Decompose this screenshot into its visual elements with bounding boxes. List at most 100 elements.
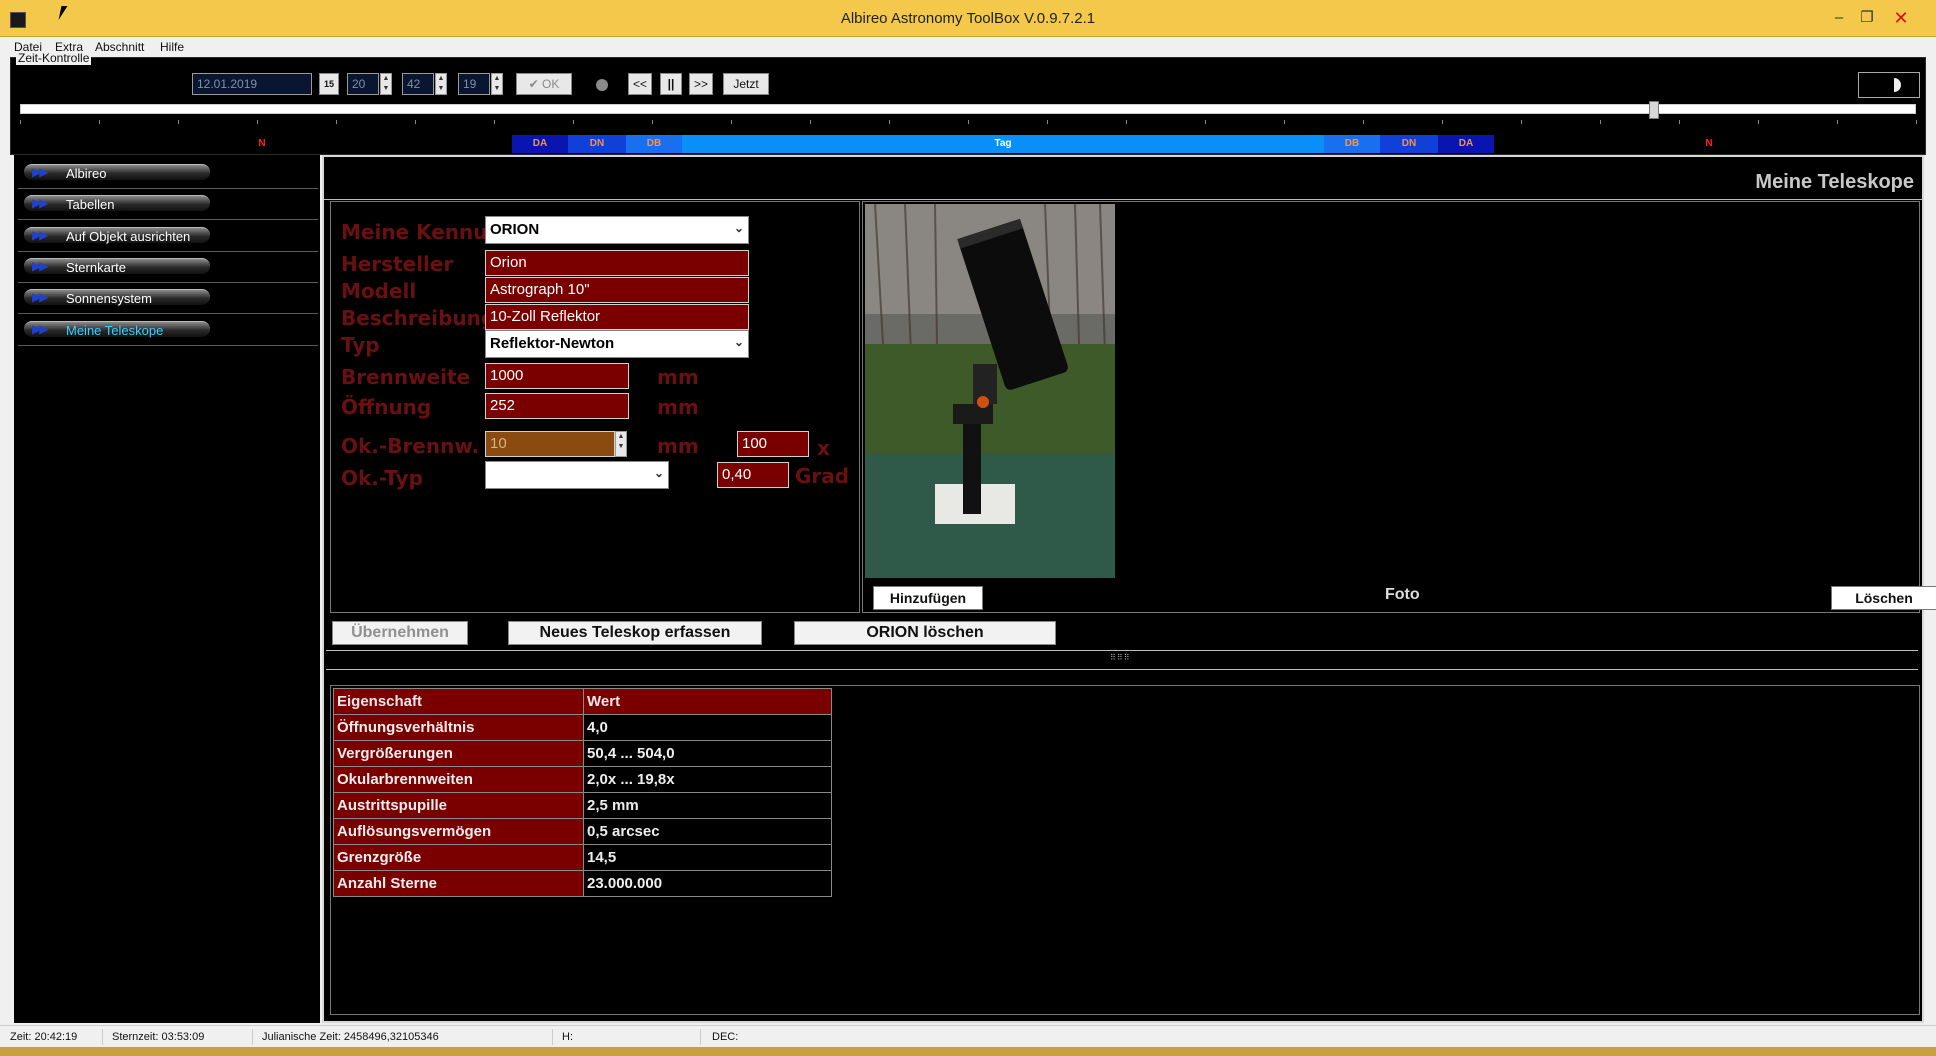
twilight-timeline: N DA DN DB Tag DB DN DA N [12, 135, 1924, 153]
nav-arrow-icon: ▶▶ [32, 322, 49, 336]
okbrennw-unit: mm [657, 434, 699, 458]
hour-spinner[interactable]: ▲ ▼ [380, 73, 392, 95]
status-separator [552, 1029, 553, 1045]
column-header-eigenschaft[interactable]: Eigenschaft [333, 688, 584, 715]
slider-tick [573, 120, 574, 124]
vergroesserung-field[interactable]: 100 [737, 431, 809, 457]
slider-tick [1521, 120, 1522, 124]
table-row: Öffnungsverhältnis 4,0 [333, 714, 832, 741]
sidebar-item-sonnensystem[interactable]: ▶▶ Sonnensystem [18, 284, 318, 314]
slider-tick [810, 120, 811, 124]
kennung-value: ORION [490, 221, 540, 238]
menu-abschnitt[interactable]: Abschnitt [95, 40, 144, 54]
status-dec: DEC: [712, 1031, 739, 1043]
time-slider-ticks [20, 120, 1917, 126]
slider-tick [178, 120, 179, 124]
table-row: Anzahl Sterne 23.000.000 [333, 870, 832, 897]
slider-tick [1126, 120, 1127, 124]
sidebar-item-label: Auf Objekt ausrichten [66, 229, 191, 244]
time-control-legend: Zeit-Kontrolle [16, 51, 92, 65]
property-value: 50,4 ... 504,0 [583, 740, 832, 767]
table-row: Austrittspupille 2,5 mm [333, 792, 832, 819]
forward-button[interactable]: >> [689, 73, 713, 95]
oktyp-select[interactable]: ⌄ [485, 461, 669, 489]
oeffnung-field[interactable]: 252 [485, 393, 629, 419]
photo-add-button[interactable]: Hinzufügen [873, 586, 983, 610]
sidebar-item-label: Meine Teleskope [66, 323, 164, 338]
property-value: 4,0 [583, 714, 832, 741]
slider-tick [494, 120, 495, 124]
property-value: 23.000.000 [583, 870, 832, 897]
rewind-button[interactable]: << [628, 73, 652, 95]
feld-unit: Grad [795, 464, 850, 488]
sidebar-item-tabellen[interactable]: ▶▶ Tabellen [18, 190, 318, 220]
calendar-icon[interactable]: 15 [319, 73, 339, 95]
modell-field[interactable]: Astrograph 10" [485, 277, 749, 303]
okbrennw-spinner[interactable]: ▲ ▼ [615, 431, 627, 457]
window-edge-right [1926, 57, 1936, 1025]
table-row: Okularbrennweiten 2,0x ... 19,8x [333, 766, 832, 793]
time-slider-thumb[interactable] [1649, 101, 1660, 119]
sidebar-item-albireo[interactable]: ▶▶ Albireo [18, 159, 318, 189]
column-header-wert[interactable]: Wert [583, 688, 832, 715]
new-telescope-button[interactable]: Neues Teleskop erfassen [508, 621, 762, 645]
sidebar-item-meine-teleskope[interactable]: ▶▶ Meine Teleskope [18, 316, 318, 346]
kennung-select[interactable]: ORION ⌄ [485, 216, 749, 244]
status-bar: Zeit: 20:42:19 Sternzeit: 03:53:09 Julia… [0, 1025, 1936, 1047]
close-button[interactable]: ✕ [1884, 6, 1918, 30]
sidebar-item-auf-objekt-ausrichten[interactable]: ▶▶ Auf Objekt ausrichten [18, 222, 318, 252]
beschreibung-field[interactable]: 10-Zoll Reflektor [485, 304, 749, 330]
okbrennw-field[interactable]: 10 [485, 431, 615, 457]
delete-telescope-button[interactable]: ORION löschen [794, 621, 1056, 645]
page-title: Meine Teleskope [1755, 171, 1914, 193]
hour-input[interactable]: 20 [347, 73, 379, 95]
moon-phase-display [1858, 72, 1920, 98]
main-panel: Meine Teleskope Meine Kennung ORION ⌄ He… [322, 155, 1936, 1023]
menu-bar: Datei Extra Abschnitt Hilfe [0, 37, 1936, 57]
property-name: Vergrößerungen [333, 740, 584, 767]
second-input[interactable]: 19 [458, 73, 490, 95]
date-input[interactable]: 12.01.2019 [192, 73, 312, 95]
slider-tick [1284, 120, 1285, 124]
minute-spinner[interactable]: ▲ ▼ [435, 73, 447, 95]
telescope-photo [865, 204, 1115, 578]
minute-input[interactable]: 42 [402, 73, 434, 95]
telescope-form: Meine Kennung ORION ⌄ Hersteller Orion M… [330, 201, 860, 613]
time-slider[interactable] [20, 104, 1916, 114]
property-name: Austrittspupille [333, 792, 584, 819]
action-bar: Übernehmen Neues Teleskop erfassen ORION… [330, 617, 1920, 647]
timeline-night-end: N [1494, 135, 1924, 153]
property-name: Anzahl Sterne [333, 870, 584, 897]
pause-button[interactable]: || [660, 73, 682, 95]
beschreibung-label: Beschreibung [341, 306, 496, 330]
now-button[interactable]: Jetzt [723, 73, 769, 95]
timeline-astro-dusk: DA [1438, 135, 1494, 153]
status-sternzeit: Sternzeit: 03:53:09 [112, 1031, 205, 1043]
status-separator [102, 1029, 103, 1045]
typ-select[interactable]: Reflektor-Newton ⌄ [485, 330, 749, 358]
photo-delete-button[interactable]: Löschen [1831, 586, 1936, 610]
brennweite-field[interactable]: 1000 [485, 363, 629, 389]
hersteller-field[interactable]: Orion [485, 250, 749, 276]
slider-tick [1600, 120, 1601, 124]
window-edge-left [0, 57, 10, 1025]
maximize-button[interactable]: ❐ [1850, 6, 1884, 30]
slider-tick [1442, 120, 1443, 124]
nav-arrow-icon: ▶▶ [32, 228, 49, 242]
status-separator [700, 1029, 701, 1045]
status-julian: Julianische Zeit: 2458496,32105346 [262, 1031, 439, 1043]
menu-hilfe[interactable]: Hilfe [160, 40, 184, 54]
second-spinner[interactable]: ▲ ▼ [491, 73, 503, 95]
typ-value: Reflektor-Newton [490, 335, 615, 352]
property-name: Auflösungsvermögen [333, 818, 584, 845]
slider-tick [20, 120, 21, 124]
sidebar-item-sternkarte[interactable]: ▶▶ Sternkarte [18, 253, 318, 283]
splitter-grip[interactable]: ⠿⠿⠿ [1110, 653, 1131, 662]
slider-tick [415, 120, 416, 124]
apply-button[interactable]: Übernehmen [332, 621, 468, 645]
time-ok-button[interactable]: ✔ OK [516, 73, 572, 95]
property-name: Okularbrennweiten [333, 766, 584, 793]
slider-tick [336, 120, 337, 124]
feld-field[interactable]: 0,40 [717, 462, 789, 488]
timeline-night-start: N [12, 135, 512, 153]
